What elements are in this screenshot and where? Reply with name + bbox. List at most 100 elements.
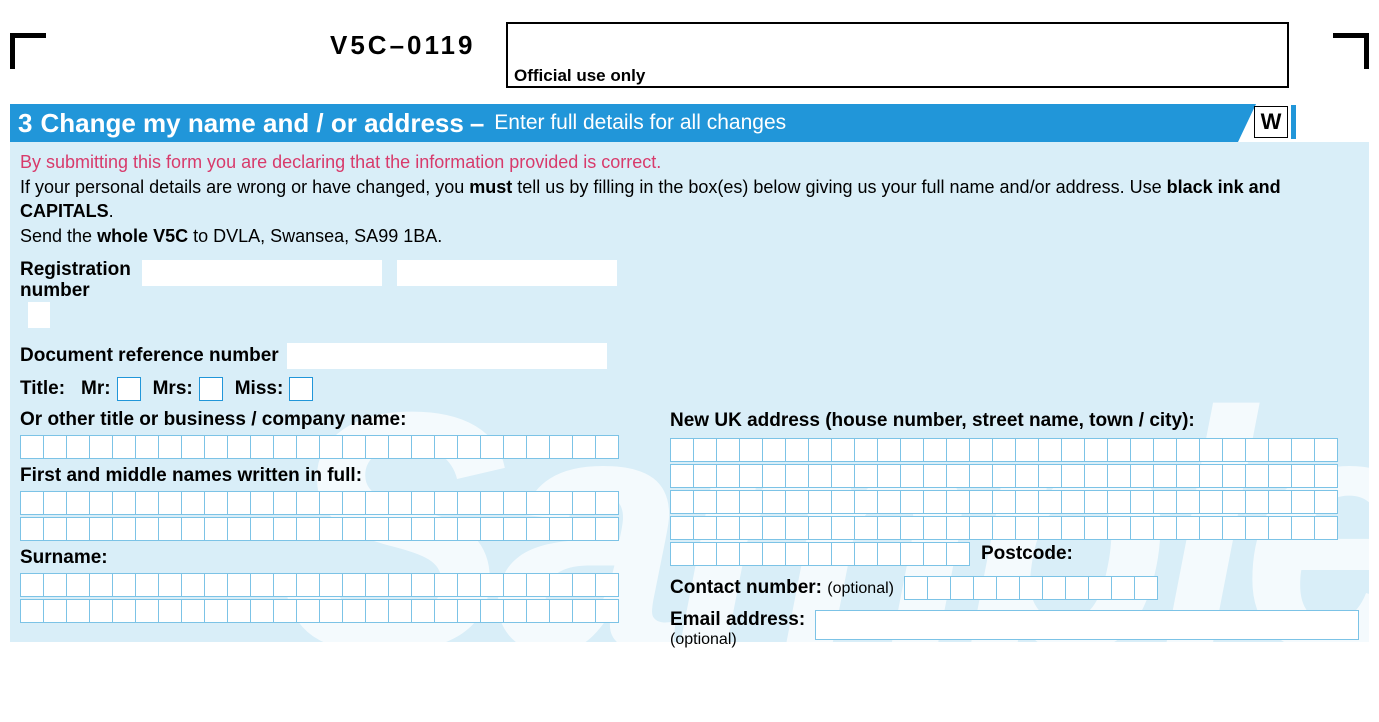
char-cell[interactable] xyxy=(434,491,458,515)
char-cell[interactable] xyxy=(762,542,786,566)
char-cell[interactable] xyxy=(296,573,320,597)
char-cell[interactable] xyxy=(135,491,159,515)
char-cell[interactable] xyxy=(992,464,1016,488)
char-cell[interactable] xyxy=(342,491,366,515)
char-cell[interactable] xyxy=(388,573,412,597)
first-names-cells-1[interactable] xyxy=(20,491,640,515)
char-cell[interactable] xyxy=(250,599,274,623)
char-cell[interactable] xyxy=(831,464,855,488)
char-cell[interactable] xyxy=(739,464,763,488)
registration-field-1[interactable] xyxy=(142,260,382,286)
char-cell[interactable] xyxy=(480,491,504,515)
char-cell[interactable] xyxy=(135,573,159,597)
char-cell[interactable] xyxy=(89,517,113,541)
char-cell[interactable] xyxy=(1314,516,1338,540)
char-cell[interactable] xyxy=(365,517,389,541)
char-cell[interactable] xyxy=(739,490,763,514)
char-cell[interactable] xyxy=(877,516,901,540)
char-cell[interactable] xyxy=(1291,490,1315,514)
char-cell[interactable] xyxy=(434,435,458,459)
char-cell[interactable] xyxy=(946,516,970,540)
char-cell[interactable] xyxy=(319,599,343,623)
char-cell[interactable] xyxy=(204,491,228,515)
char-cell[interactable] xyxy=(969,490,993,514)
char-cell[interactable] xyxy=(1088,576,1112,600)
char-cell[interactable] xyxy=(693,490,717,514)
char-cell[interactable] xyxy=(66,517,90,541)
char-cell[interactable] xyxy=(503,491,527,515)
char-cell[interactable] xyxy=(20,491,44,515)
char-cell[interactable] xyxy=(43,517,67,541)
char-cell[interactable] xyxy=(1199,464,1223,488)
char-cell[interactable] xyxy=(946,542,970,566)
address-cells-2[interactable] xyxy=(670,464,1359,488)
char-cell[interactable] xyxy=(273,573,297,597)
char-cell[interactable] xyxy=(739,438,763,462)
char-cell[interactable] xyxy=(946,490,970,514)
registration-field-3[interactable] xyxy=(28,302,50,328)
char-cell[interactable] xyxy=(854,490,878,514)
char-cell[interactable] xyxy=(457,599,481,623)
char-cell[interactable] xyxy=(250,573,274,597)
char-cell[interactable] xyxy=(319,491,343,515)
char-cell[interactable] xyxy=(20,599,44,623)
char-cell[interactable] xyxy=(973,576,997,600)
char-cell[interactable] xyxy=(572,599,596,623)
address-cells-3[interactable] xyxy=(670,490,1359,514)
char-cell[interactable] xyxy=(365,491,389,515)
char-cell[interactable] xyxy=(716,438,740,462)
char-cell[interactable] xyxy=(808,464,832,488)
char-cell[interactable] xyxy=(526,491,550,515)
char-cell[interactable] xyxy=(434,517,458,541)
char-cell[interactable] xyxy=(923,542,947,566)
char-cell[interactable] xyxy=(549,517,573,541)
char-cell[interactable] xyxy=(411,599,435,623)
char-cell[interactable] xyxy=(434,573,458,597)
char-cell[interactable] xyxy=(785,438,809,462)
char-cell[interactable] xyxy=(1130,438,1154,462)
char-cell[interactable] xyxy=(969,438,993,462)
char-cell[interactable] xyxy=(158,517,182,541)
char-cell[interactable] xyxy=(112,491,136,515)
char-cell[interactable] xyxy=(158,599,182,623)
char-cell[interactable] xyxy=(503,573,527,597)
char-cell[interactable] xyxy=(66,599,90,623)
char-cell[interactable] xyxy=(1176,490,1200,514)
char-cell[interactable] xyxy=(854,438,878,462)
char-cell[interactable] xyxy=(854,516,878,540)
char-cell[interactable] xyxy=(89,491,113,515)
char-cell[interactable] xyxy=(342,435,366,459)
char-cell[interactable] xyxy=(1061,438,1085,462)
contact-number-cells[interactable] xyxy=(904,576,1157,600)
char-cell[interactable] xyxy=(112,517,136,541)
char-cell[interactable] xyxy=(296,491,320,515)
char-cell[interactable] xyxy=(250,517,274,541)
char-cell[interactable] xyxy=(1268,516,1292,540)
char-cell[interactable] xyxy=(831,438,855,462)
char-cell[interactable] xyxy=(66,491,90,515)
char-cell[interactable] xyxy=(1222,490,1246,514)
char-cell[interactable] xyxy=(1015,516,1039,540)
char-cell[interactable] xyxy=(1153,438,1177,462)
char-cell[interactable] xyxy=(1222,464,1246,488)
char-cell[interactable] xyxy=(923,516,947,540)
char-cell[interactable] xyxy=(762,464,786,488)
char-cell[interactable] xyxy=(20,435,44,459)
char-cell[interactable] xyxy=(946,464,970,488)
char-cell[interactable] xyxy=(181,435,205,459)
char-cell[interactable] xyxy=(670,438,694,462)
char-cell[interactable] xyxy=(992,516,1016,540)
char-cell[interactable] xyxy=(43,599,67,623)
char-cell[interactable] xyxy=(831,542,855,566)
char-cell[interactable] xyxy=(716,516,740,540)
char-cell[interactable] xyxy=(900,490,924,514)
char-cell[interactable] xyxy=(43,573,67,597)
char-cell[interactable] xyxy=(66,573,90,597)
char-cell[interactable] xyxy=(43,435,67,459)
char-cell[interactable] xyxy=(1061,464,1085,488)
address-cells-4[interactable] xyxy=(670,516,1359,540)
char-cell[interactable] xyxy=(877,464,901,488)
title-mrs-checkbox[interactable] xyxy=(199,377,223,401)
char-cell[interactable] xyxy=(319,573,343,597)
char-cell[interactable] xyxy=(904,576,928,600)
